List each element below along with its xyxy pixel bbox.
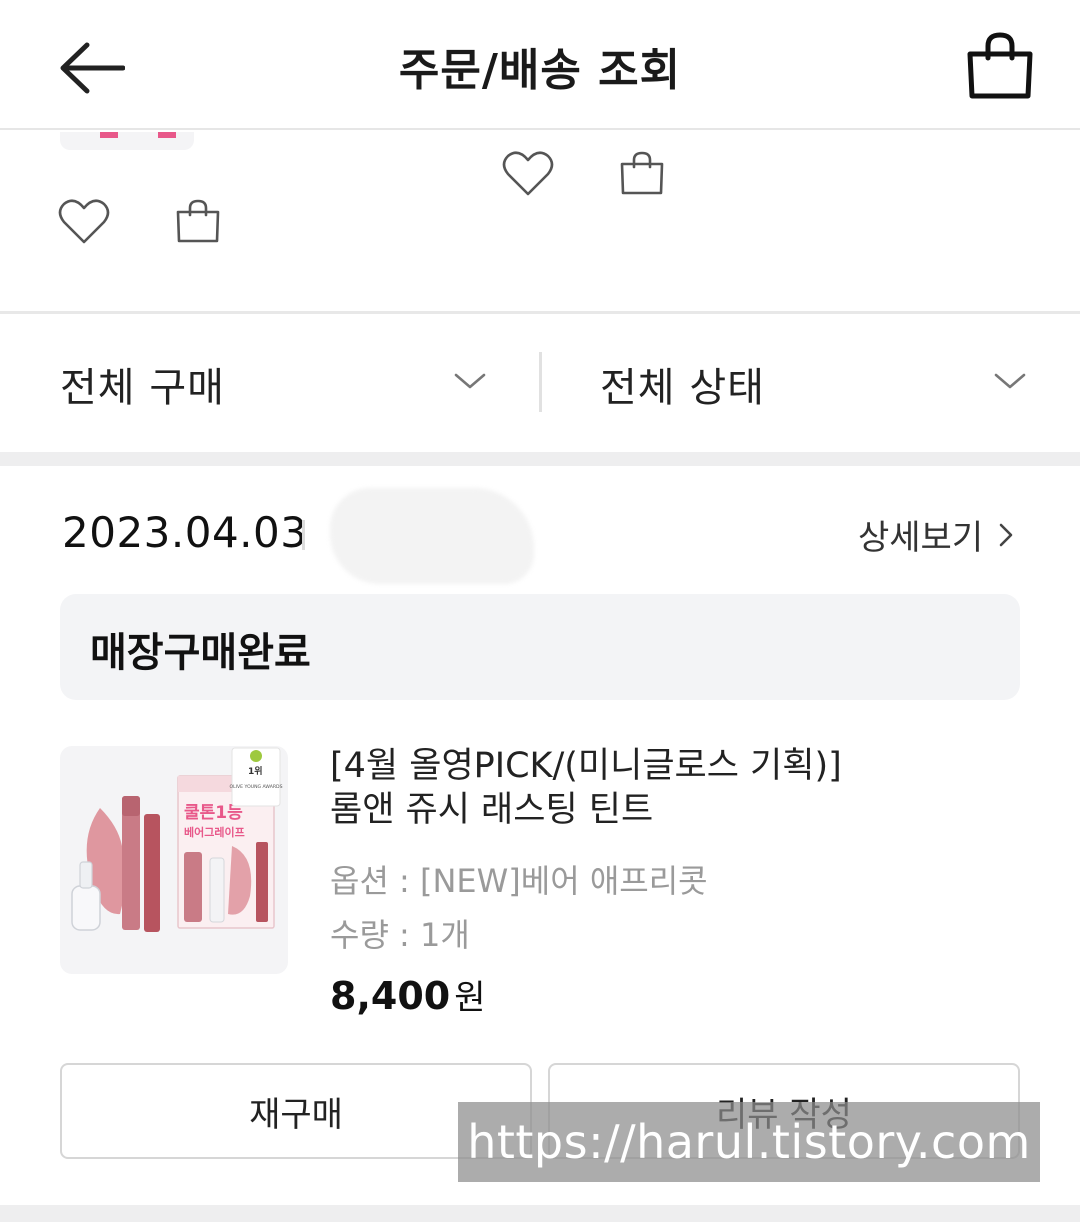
product-name-line-1: [4월 올영PICK/(미니글로스 기획)] [330,746,842,786]
product-image[interactable]: 쿨톤1등 베어그레이프 1위 OLIVE YOUNG AWARDS [60,746,288,974]
cart-icon[interactable] [174,198,222,244]
status-dropdown[interactable]: 전체 상태 [600,316,1040,452]
page-title: 주문/배송 조회 [398,45,682,96]
product-option: 옵션 : [NEW]베어 애프리콧 [330,862,708,900]
cart-icon[interactable] [618,150,666,196]
date-separator [302,520,305,550]
redacted-order-number [330,488,534,584]
chevron-down-icon [994,373,1026,389]
order-status-box: 매장구매완료 [60,594,1020,700]
price-value: 8,400 [330,974,451,1018]
top-app-bar: 주문/배송 조회 [0,0,1080,130]
shopping-bag-icon [967,32,1033,99]
heart-icon[interactable] [502,150,554,198]
product-name-line-2: 롬앤 쥬시 래스팅 틴트 [330,790,654,830]
section-gap [0,452,1080,466]
purchase-type-label: 전체 구매 [60,365,225,411]
order-detail-link[interactable]: 상세보기 [858,510,1013,559]
award-badge-label: OLIVE YOUNG AWARDS [230,784,283,790]
scrolled-product-thumbnail [60,132,194,150]
order-date: 2023.04.03 [62,508,308,557]
filter-separator [539,352,542,412]
box-subline: 베어그레이프 [184,825,245,839]
order-status: 매장구매완료 [90,630,311,676]
cart-button[interactable] [962,30,1038,106]
price-currency: 원 [454,978,486,1018]
chevron-right-icon [999,523,1013,546]
heart-icon[interactable] [58,198,110,246]
watermark: https://harul.tistory.com [458,1102,1040,1182]
purchase-type-dropdown[interactable]: 전체 구매 [60,316,500,452]
product-quantity: 수량 : 1개 [330,916,470,954]
product-photo: 쿨톤1등 베어그레이프 1위 OLIVE YOUNG AWARDS [71,747,283,932]
detail-link-label: 상세보기 [858,518,984,558]
award-badge-rank: 1위 [248,765,263,777]
chevron-down-icon [454,373,486,389]
status-filter-label: 전체 상태 [600,365,765,411]
section-divider [0,311,1080,314]
watermark-text: https://harul.tistory.com [467,1115,1031,1169]
product-name[interactable]: [4월 올영PICK/(미니글로스 기획)] 롬앤 쥬시 래스팅 틴트 [330,744,842,832]
section-gap [0,1205,1080,1222]
product-price: 8,400 원 [330,970,485,1019]
